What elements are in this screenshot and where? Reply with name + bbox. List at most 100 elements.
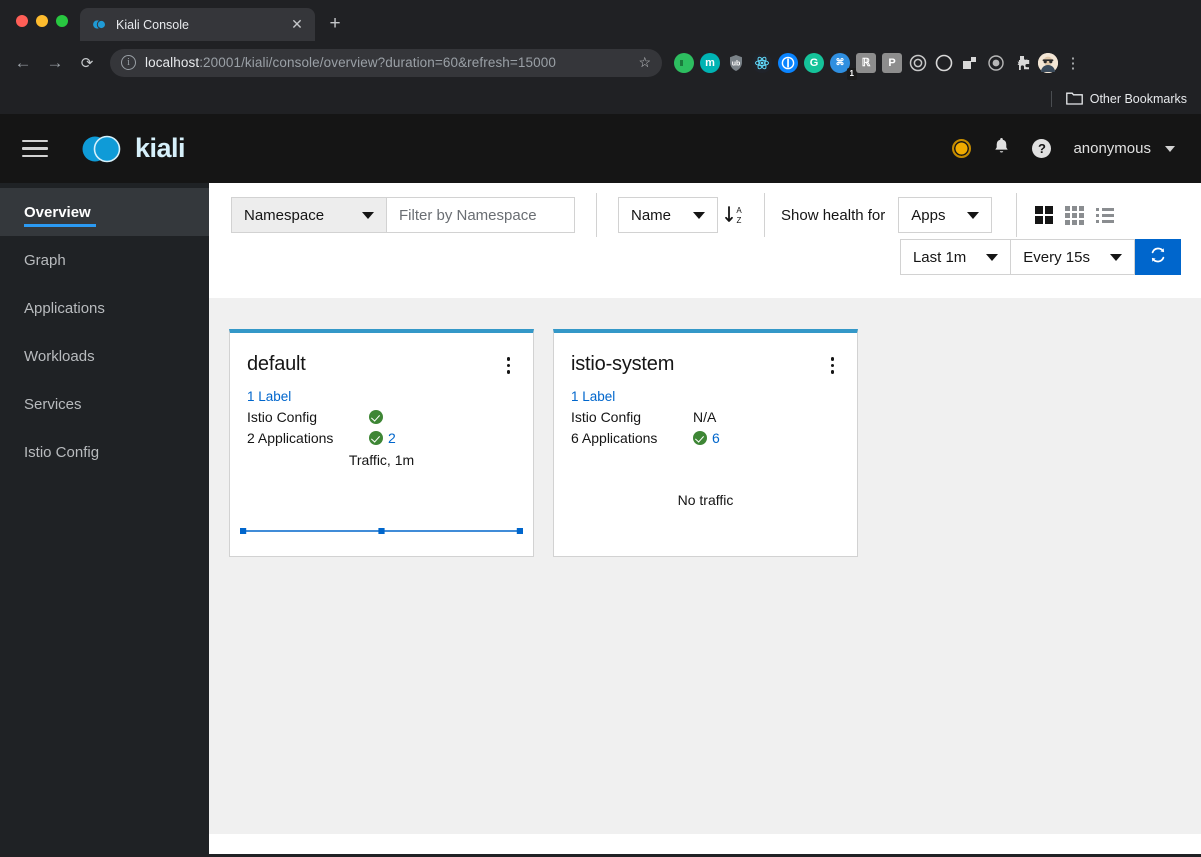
duration-dropdown[interactable]: Last 1m bbox=[899, 239, 1012, 275]
minimize-window-button[interactable] bbox=[36, 14, 48, 27]
sidebar-item-label: Istio Config bbox=[24, 443, 100, 461]
istio-status-warning-icon[interactable] bbox=[952, 139, 972, 158]
view-mode-toggles bbox=[1035, 205, 1115, 225]
new-tab-button[interactable]: + bbox=[321, 10, 349, 38]
kiali-favicon-icon bbox=[92, 17, 107, 32]
forward-button[interactable]: → bbox=[40, 48, 70, 78]
card-header: istio-system bbox=[571, 353, 840, 378]
istio-config-row: Istio Config N/A bbox=[571, 409, 840, 425]
applications-count[interactable]: 6 bbox=[712, 430, 720, 446]
overview-content: Namespace Filter by Namespace Name A Z S… bbox=[209, 183, 1201, 854]
maximize-window-button[interactable] bbox=[56, 14, 68, 27]
refresh-interval-dropdown[interactable]: Every 15s bbox=[1011, 239, 1135, 275]
grammarly-extension-icon[interactable]: G bbox=[804, 52, 824, 73]
istio-config-label: Istio Config bbox=[571, 408, 642, 425]
namespace-card-default[interactable]: default 1 Label Istio Config 2 Applicati… bbox=[229, 329, 534, 557]
namespace-filter-placeholder: Filter by Namespace bbox=[399, 206, 537, 224]
sidebar-item-graph[interactable]: Graph bbox=[0, 236, 209, 284]
ublock-extension-icon[interactable]: ub bbox=[726, 53, 746, 73]
bookmark-star-icon[interactable]: ☆ bbox=[638, 54, 651, 71]
sidebar-item-applications[interactable]: Applications bbox=[0, 284, 209, 332]
chevron-down-icon bbox=[1110, 253, 1122, 261]
overview-toolbar: Namespace Filter by Namespace Name A Z S… bbox=[209, 183, 1201, 298]
applications-label: 6 Applications bbox=[571, 429, 658, 446]
sidebar-item-overview[interactable]: Overview bbox=[0, 188, 209, 236]
site-info-icon[interactable]: i bbox=[121, 55, 136, 70]
compact-grid-view-icon[interactable] bbox=[1065, 205, 1085, 225]
svg-text:A: A bbox=[736, 206, 742, 215]
applications-status: 2 bbox=[369, 430, 396, 446]
namespace-labels-link[interactable]: 1 Label bbox=[247, 389, 516, 404]
card-actions-icon[interactable] bbox=[825, 353, 841, 378]
window-controls bbox=[10, 0, 80, 41]
sort-by-dropdown[interactable]: Name bbox=[618, 197, 719, 233]
expand-view-icon[interactable] bbox=[1035, 206, 1054, 224]
applications-count[interactable]: 2 bbox=[388, 430, 396, 446]
help-icon[interactable]: ? bbox=[1032, 139, 1052, 158]
menu-icon[interactable] bbox=[22, 139, 48, 158]
moon-extension-icon[interactable] bbox=[934, 53, 954, 73]
other-bookmarks-label: Other Bookmarks bbox=[1089, 92, 1187, 106]
card-header: default bbox=[247, 353, 516, 378]
target-extension-icon[interactable] bbox=[908, 53, 928, 73]
pocket-extension-icon[interactable]: P bbox=[882, 52, 902, 73]
honey-extension-icon[interactable]: ℝ bbox=[856, 52, 876, 73]
namespace-cards: default 1 Label Istio Config 2 Applicati… bbox=[209, 298, 1201, 557]
toolbar-secondary-row: Last 1m Every 15s bbox=[899, 239, 1181, 275]
no-traffic-label: No traffic bbox=[677, 491, 734, 508]
address-bar[interactable]: i localhost:20001/kiali/console/overview… bbox=[110, 48, 662, 77]
kiali-console: kiali ? anonymous Overview Graph Applica… bbox=[0, 114, 1201, 854]
istio-config-row: Istio Config bbox=[247, 409, 516, 425]
evernote-extension-icon[interactable] bbox=[674, 52, 694, 73]
chevron-down-icon bbox=[362, 211, 374, 219]
applications-status: 6 bbox=[693, 430, 720, 446]
health-ok-icon bbox=[693, 430, 707, 445]
list-view-icon[interactable] bbox=[1096, 207, 1115, 223]
browser-tab[interactable]: Kiali Console ✕ bbox=[80, 8, 315, 41]
react-devtools-extension-icon[interactable] bbox=[752, 52, 772, 73]
mega-extension-icon[interactable]: m bbox=[700, 52, 720, 73]
traffic-chart-label: Traffic, 1m bbox=[348, 451, 415, 468]
browser-menu-button[interactable]: ⋮ bbox=[1064, 54, 1082, 72]
istio-config-label: Istio Config bbox=[247, 408, 318, 425]
close-window-button[interactable] bbox=[16, 14, 28, 27]
sidebar-item-workloads[interactable]: Workloads bbox=[0, 332, 209, 380]
folder-icon bbox=[1065, 91, 1083, 108]
kiali-logo[interactable]: kiali bbox=[78, 133, 186, 164]
namespace-filter-input[interactable]: Filter by Namespace bbox=[387, 197, 575, 233]
refresh-icon bbox=[1149, 246, 1167, 269]
refresh-button[interactable] bbox=[1135, 239, 1181, 275]
onepassword-extension-icon[interactable] bbox=[778, 52, 798, 73]
other-bookmarks-button[interactable]: Other Bookmarks bbox=[1065, 91, 1187, 108]
istio-config-status: N/A bbox=[693, 408, 717, 425]
sidebar-item-istio-config[interactable]: Istio Config bbox=[0, 428, 209, 476]
grasshopper-extension-icon[interactable]: ⌘ 1 bbox=[830, 52, 857, 80]
user-menu[interactable]: anonymous bbox=[1073, 140, 1175, 157]
card-actions-icon[interactable] bbox=[501, 353, 517, 378]
bookmarks-divider bbox=[1050, 91, 1052, 107]
app-body: Overview Graph Applications Workloads Se… bbox=[0, 183, 1201, 854]
layers-extension-icon[interactable] bbox=[960, 53, 980, 73]
close-tab-button[interactable]: ✕ bbox=[287, 15, 307, 35]
bookmarks-bar: Other Bookmarks bbox=[0, 84, 1201, 114]
sort-direction-az-icon[interactable]: A Z bbox=[718, 197, 752, 233]
disc-extension-icon[interactable] bbox=[986, 53, 1006, 73]
namespace-card-istio-system[interactable]: istio-system 1 Label Istio Config N/A 6 … bbox=[553, 329, 858, 557]
health-for-dropdown[interactable]: Apps bbox=[898, 197, 993, 233]
bell-icon[interactable] bbox=[993, 137, 1010, 160]
health-ok-icon bbox=[369, 430, 383, 445]
sidebar-item-services[interactable]: Services bbox=[0, 380, 209, 428]
profile-avatar[interactable] bbox=[1038, 52, 1058, 73]
browser-tab-title: Kiali Console bbox=[116, 17, 189, 32]
istio-config-status bbox=[369, 409, 383, 424]
toolbar-divider bbox=[1016, 193, 1018, 237]
user-menu-label: anonymous bbox=[1073, 140, 1151, 157]
back-button[interactable]: ← bbox=[8, 48, 38, 78]
reload-button[interactable]: ⟳ bbox=[72, 48, 102, 78]
masthead-actions: ? anonymous bbox=[952, 114, 1175, 183]
puzzle-extensions-icon[interactable] bbox=[1012, 53, 1032, 73]
filter-type-dropdown[interactable]: Namespace bbox=[231, 197, 387, 233]
namespace-labels-link[interactable]: 1 Label bbox=[571, 389, 840, 404]
namespace-title: default bbox=[247, 353, 306, 375]
address-bar-url: localhost:20001/kiali/console/overview?d… bbox=[145, 55, 629, 70]
